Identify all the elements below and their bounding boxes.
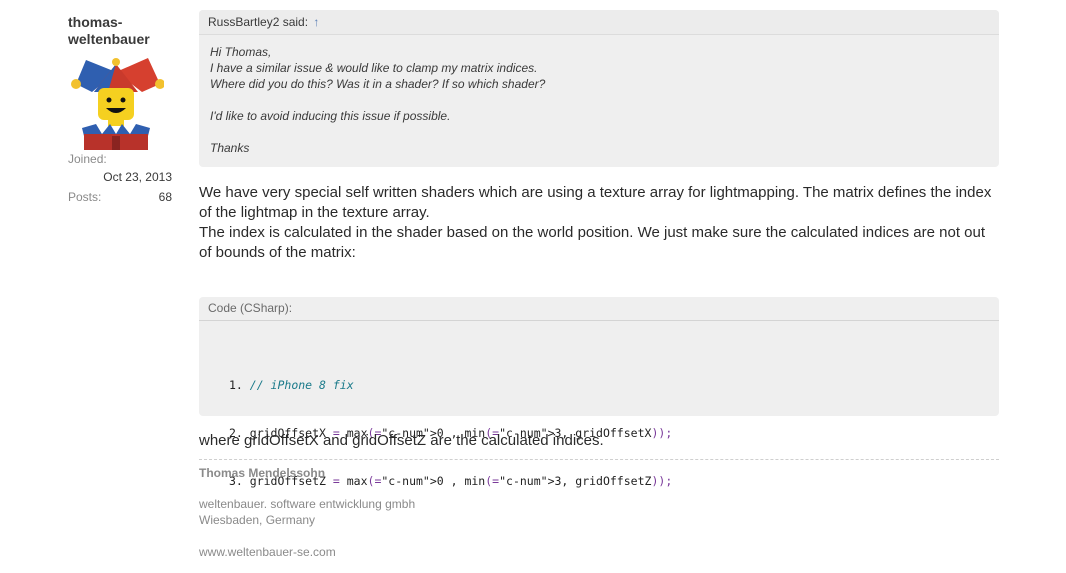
message-closing: where gridOffsetX and gridOffsetZ are th… bbox=[199, 432, 604, 449]
signature-location: Wiesbaden, Germany bbox=[199, 513, 316, 527]
quote-line: I'd like to avoid inducing this issue if… bbox=[210, 109, 451, 123]
user-sidebar: thomas- weltenbauer Joined: Oct 23, 2013… bbox=[68, 14, 178, 204]
signature-name: Thomas Mendelssohn bbox=[199, 466, 326, 480]
signature-website[interactable]: www.weltenbauer-se.com bbox=[199, 544, 999, 560]
author-username[interactable]: thomas- weltenbauer bbox=[68, 14, 178, 48]
posts-value[interactable]: 68 bbox=[159, 190, 172, 204]
code-title: Code (CSharp): bbox=[199, 297, 999, 321]
posts-label: Posts: bbox=[68, 190, 102, 204]
avatar[interactable] bbox=[68, 54, 165, 150]
quote-header: RussBartley2 said: ↑ bbox=[199, 10, 999, 35]
jester-avatar-icon bbox=[71, 58, 165, 150]
quote-line: Thanks bbox=[210, 141, 250, 155]
quote-line bbox=[210, 92, 988, 108]
author-username-line2[interactable]: weltenbauer bbox=[68, 31, 178, 48]
quote-attribution[interactable]: RussBartley2 said: bbox=[208, 15, 308, 29]
message-paragraph: We have very special self written shader… bbox=[199, 184, 992, 221]
message-paragraph: The index is calculated in the shader ba… bbox=[199, 224, 986, 261]
joined-value: Oct 23, 2013 bbox=[103, 170, 172, 184]
author-username-line1[interactable]: thomas- bbox=[68, 14, 178, 31]
up-arrow-icon[interactable]: ↑ bbox=[313, 15, 319, 29]
signature: Thomas Mendelssohn weltenbauer. software… bbox=[199, 459, 999, 560]
joined-label: Joined: bbox=[68, 152, 107, 166]
code-block: Code (CSharp): 1. // iPhone 8 fix 2. gri… bbox=[199, 297, 999, 488]
quote-line bbox=[210, 124, 988, 140]
code-line-1: 1. // iPhone 8 fix bbox=[229, 378, 354, 392]
quote-line: I have a similar issue & would like to c… bbox=[210, 61, 538, 75]
quote-line: Hi Thomas, bbox=[210, 45, 272, 59]
signature-company: weltenbauer. software entwicklung gmbh bbox=[199, 497, 416, 511]
quote-block: RussBartley2 said: ↑ Hi Thomas, I have a… bbox=[199, 10, 999, 167]
quote-content: Hi Thomas, I have a similar issue & woul… bbox=[199, 35, 999, 165]
quote-line: Where did you do this? Was it in a shade… bbox=[210, 77, 546, 91]
message-body: We have very special self written shader… bbox=[199, 183, 999, 263]
